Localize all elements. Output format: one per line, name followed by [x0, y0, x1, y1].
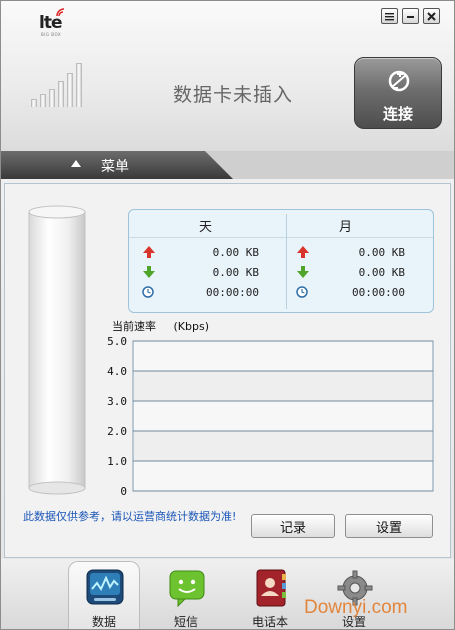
sms-icon	[169, 570, 205, 607]
header: lte BIG BOX 数据卡未插入 连接	[1, 1, 454, 151]
connect-globe-icon	[388, 70, 410, 92]
month-title: 月	[339, 220, 353, 235]
upload-arrow-icon	[143, 246, 155, 258]
y-tick-label: 4.0	[107, 365, 127, 378]
main-panel: 天 月 0.00 KB 0.00 KB 00:00:00 0.00 KB 0.0…	[4, 183, 451, 558]
logo-subtext: BIG BOX	[41, 32, 62, 37]
phonebook-icon	[256, 569, 286, 607]
logo-text: lte	[39, 13, 63, 33]
connect-label: 连接	[382, 105, 413, 123]
menu-bar: 菜单	[1, 151, 454, 179]
usage-cylinder-gauge	[28, 205, 86, 495]
column-divider	[286, 214, 287, 309]
data-chart-icon	[86, 569, 124, 605]
speed-label: 当前速率 (Kbps)	[112, 318, 209, 334]
clock-icon	[142, 286, 154, 298]
connect-button[interactable]: 连接	[354, 57, 442, 129]
day-download-value: 0.00 KB	[212, 266, 259, 279]
triangle-up-icon	[71, 160, 81, 167]
site-watermark: Downyi.com	[304, 597, 408, 618]
y-tick-label: 1.0	[107, 455, 127, 468]
chart-band	[134, 431, 432, 461]
chart-plot-area	[132, 340, 434, 492]
menu-toggle[interactable]: 菜单	[1, 151, 233, 179]
day-upload-value: 0.00 KB	[212, 246, 259, 259]
nav-phonebook[interactable]: 电话本	[235, 567, 305, 629]
traffic-stats-panel: 天 月 0.00 KB 0.00 KB 00:00:00 0.00 KB 0.0…	[128, 209, 434, 313]
app-window: lte BIG BOX 数据卡未插入 连接 菜单 天 月 0.00 KB 0.0…	[0, 0, 455, 630]
window-controls	[381, 8, 440, 24]
y-tick-label: 2.0	[107, 425, 127, 438]
y-tick-label: 0	[120, 485, 127, 498]
menu-label: 菜单	[101, 159, 129, 175]
speed-chart: 5.0 4.0 3.0 2.0 1.0 0	[107, 335, 434, 498]
lte-logo: lte BIG BOX	[39, 8, 79, 37]
y-tick-label: 5.0	[107, 335, 127, 348]
list-icon	[385, 12, 394, 20]
nav-phonebook-label: 电话本	[251, 615, 288, 629]
minimize-icon	[407, 15, 414, 18]
close-icon	[427, 11, 436, 21]
month-duration-value: 00:00:00	[352, 286, 405, 299]
nav-sms[interactable]: 短信	[151, 567, 221, 629]
settings-button[interactable]: 设置	[345, 514, 433, 538]
disclaimer-note: 此数据仅供参考，请以运营商统计数据为准!	[23, 510, 237, 523]
chart-band	[134, 371, 432, 401]
bottom-nav: 数据 短信 电话本 设置	[1, 559, 454, 629]
card-status-text: 数据卡未插入	[173, 84, 294, 106]
month-upload-value: 0.00 KB	[358, 246, 405, 259]
day-title: 天	[199, 220, 213, 235]
close-button[interactable]	[423, 8, 440, 24]
minimize-button[interactable]	[402, 8, 419, 24]
record-button[interactable]: 记录	[251, 514, 335, 538]
day-duration-value: 00:00:00	[206, 286, 259, 299]
nav-data[interactable]: 数据	[69, 567, 139, 629]
y-tick-label: 3.0	[107, 395, 127, 408]
speed-unit: (Kbps)	[173, 320, 210, 333]
nav-sms-label: 短信	[173, 615, 198, 629]
signal-strength-indicator	[31, 53, 89, 107]
speed-label-text: 当前速率	[112, 320, 156, 333]
menu-button[interactable]	[381, 8, 398, 24]
month-download-value: 0.00 KB	[358, 266, 405, 279]
stats-header: 天 月	[129, 210, 433, 238]
nav-data-label: 数据	[91, 615, 116, 629]
download-arrow-icon	[143, 266, 155, 278]
